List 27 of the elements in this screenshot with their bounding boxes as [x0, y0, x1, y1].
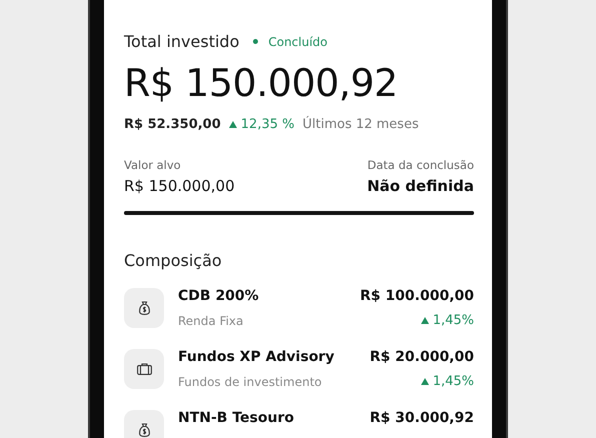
- up-triangle-icon: [228, 121, 237, 128]
- up-triangle-icon: [420, 378, 429, 385]
- asset-name[interactable]: NTN-B Tesouro: [178, 410, 294, 426]
- money-bag-icon: [138, 423, 150, 437]
- gain-percent: 12,35 %: [240, 117, 294, 132]
- date-label: Data da conclusão: [367, 158, 474, 172]
- asset-value: R$ 30.000,92: [370, 410, 474, 426]
- total-title: Total investido: [124, 32, 240, 51]
- asset-value: R$ 20.000,00: [370, 349, 474, 365]
- asset-value: R$ 100.000,00: [360, 288, 474, 304]
- period-label: Últimos 12 meses: [302, 117, 419, 132]
- date-value: Não definida: [367, 177, 474, 195]
- status-label: Concluído: [268, 34, 328, 48]
- briefcase-icon: [136, 363, 152, 375]
- total-amount: R$ 150.000,92: [124, 61, 399, 105]
- up-triangle-icon: [420, 317, 429, 324]
- asset-category: Fundos de investimento: [178, 374, 322, 388]
- asset-name[interactable]: Fundos XP Advisory: [178, 349, 334, 365]
- asset-change: 1,45%: [420, 374, 474, 389]
- asset-change: 1,45%: [420, 313, 474, 328]
- money-bag-icon: [138, 301, 150, 315]
- gain-amount: R$ 52.350,00: [124, 117, 221, 132]
- target-label: Valor alvo: [124, 158, 181, 172]
- section-title: Composição: [124, 251, 223, 270]
- asset-category: Renda Fixa: [178, 314, 244, 328]
- asset-name[interactable]: CDB 200%: [178, 288, 259, 304]
- target-value: R$ 150.000,00: [124, 177, 235, 195]
